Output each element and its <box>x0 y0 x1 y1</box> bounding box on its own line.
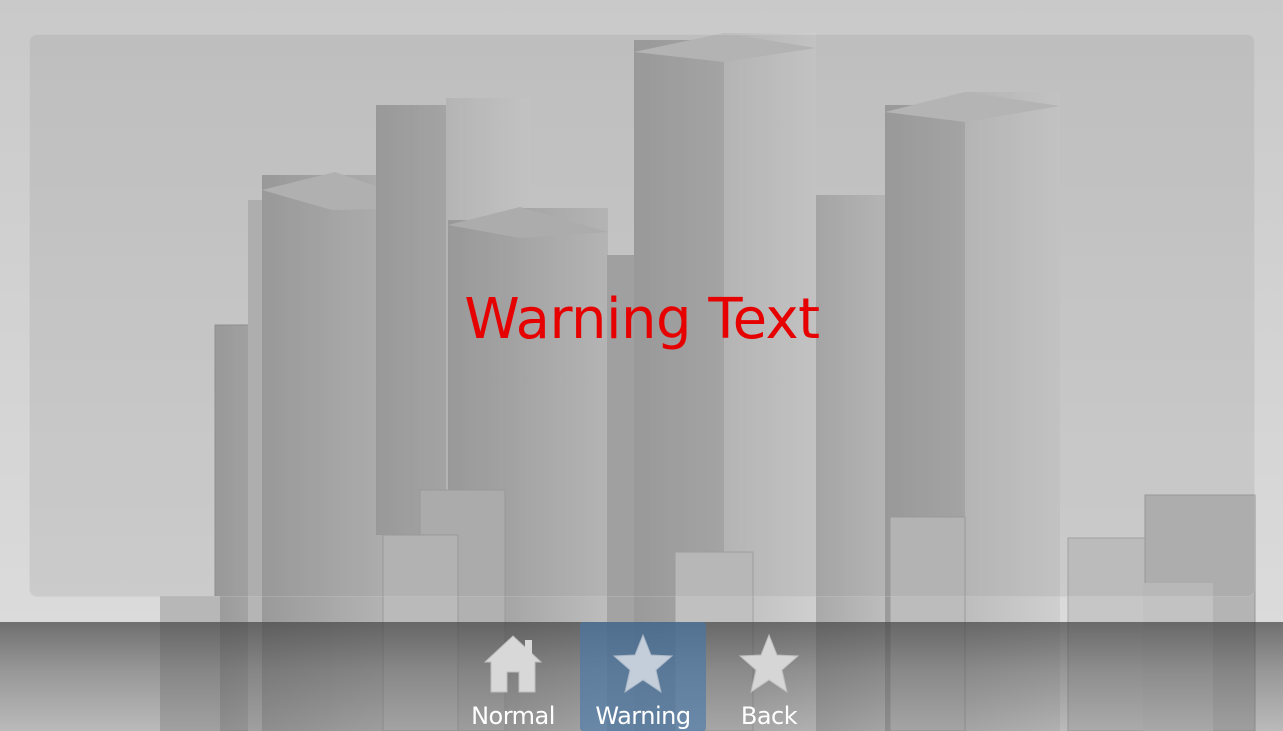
warning-message: Warning Text <box>464 287 820 352</box>
warning-button[interactable]: Warning <box>580 622 706 731</box>
back-button[interactable]: Back <box>714 622 824 731</box>
warning-button-label: Warning <box>595 702 691 730</box>
normal-button-label: Normal <box>471 702 555 730</box>
app-window: Warning Text Normal Warning Back <box>0 0 1283 731</box>
bottom-toolbar: Normal Warning Back <box>0 622 1283 731</box>
star-icon <box>738 633 800 694</box>
back-button-label: Back <box>740 702 798 730</box>
home-icon <box>483 635 543 693</box>
normal-button[interactable]: Normal <box>458 622 568 731</box>
star-icon <box>612 633 674 694</box>
